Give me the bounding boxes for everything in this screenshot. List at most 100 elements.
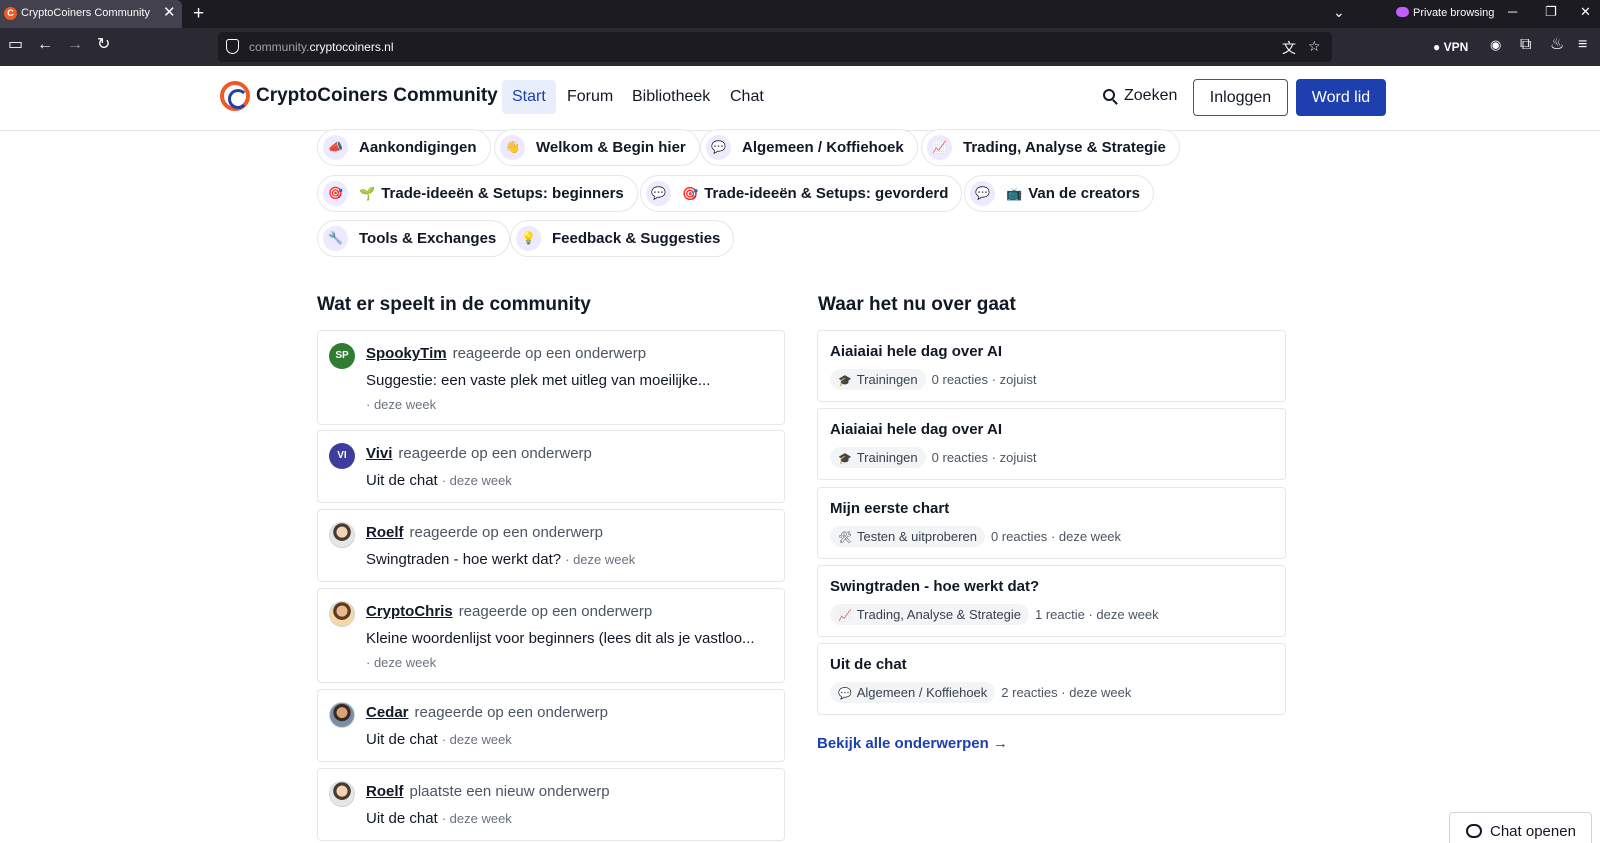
topic-category-pill[interactable]: 💬 Algemeen / Koffiehoek [830,682,996,703]
topic-category-pill[interactable]: 📈 Trading, Analyse & Strategie [830,604,1029,625]
avatar[interactable] [329,522,355,548]
bookmark-star-icon[interactable]: ☆ [1308,38,1321,55]
activity-user-link[interactable]: CryptoChris [366,603,453,620]
avatar[interactable]: SP [329,343,355,369]
site-favicon-icon: C [4,7,17,20]
activity-user-link[interactable]: SpookyTim [366,345,447,362]
avatar[interactable] [329,601,355,627]
activity-user-link[interactable]: Roelf [366,783,404,800]
tv-icon: 📺 [1006,186,1023,201]
activity-time: · deze week [441,732,512,747]
category-chip-trade-ideeen-beginners[interactable]: 🎯 🌱 Trade-ideeën & Setups: beginners [317,175,638,212]
activity-user-link[interactable]: Cedar [366,704,409,721]
activity-topic-link[interactable]: Swingtraden - hoe werkt dat? [366,551,561,568]
menu-icon[interactable]: ≡ [1578,36,1587,54]
topic-title[interactable]: Aiaiaiai hele dag over AI [830,343,1002,360]
cryptocoiners-logo-icon[interactable] [220,81,250,111]
avatar[interactable] [329,781,355,807]
nav-start[interactable]: Start [502,80,556,114]
topic-title[interactable]: Mijn eerste chart [830,500,949,517]
site-name[interactable]: CryptoCoiners Community [256,85,498,107]
topic-title[interactable]: Uit de chat [830,656,907,673]
chevron-down-icon[interactable]: ⌄ [1333,4,1345,21]
site-header: CryptoCoiners Community Start Forum Bibl… [0,66,1600,131]
topic-time: · deze week [1061,685,1132,700]
activity-topic-line: Uit de chat · deze week [366,472,512,489]
activity-user-link[interactable]: Vivi [366,445,392,462]
close-window-icon[interactable]: ✕ [1580,4,1591,20]
activity-item[interactable]: SP SpookyTim reageerde op een onderwerp S… [317,330,785,425]
tools-icon: 🛠 [838,532,852,544]
topic-title[interactable]: Aiaiaiai hele dag over AI [830,421,1002,438]
search-button[interactable]: Zoeken [1103,87,1177,105]
forward-arrow-icon[interactable]: → [67,36,83,54]
activity-topic-link[interactable]: Uit de chat [366,472,438,489]
tab-title: CryptoCoiners Community [21,7,150,19]
topic-card[interactable]: Uit de chat 💬 Algemeen / Koffiehoek 2 reac… [817,643,1286,715]
join-button[interactable]: Word lid [1296,79,1386,116]
activity-time: · deze week [366,397,437,412]
extensions-icon[interactable]: ⧉ [1520,36,1531,54]
category-chip-creators[interactable]: 💬 📺 Van de creators [964,175,1154,212]
nav-chat[interactable]: Chat [720,80,774,114]
activity-item[interactable]: CryptoChris reageerde op een onderwerp Kl… [317,588,785,683]
activity-item[interactable]: Cedar reageerde op een onderwerp Uit de c… [317,689,785,762]
avatar[interactable]: VI [329,443,355,469]
topic-category-pill[interactable]: 🛠 Testen & uitproberen [830,526,985,547]
vpn-button[interactable]: ● VPN [1433,40,1468,54]
category-chip-aankondigingen[interactable]: 📣 Aankondigingen [317,129,491,166]
category-chip-tools[interactable]: 🔧 Tools & Exchanges [317,220,511,257]
activity-topic-link[interactable]: Suggestie: een vaste plek met uitleg van… [366,372,710,389]
account-icon[interactable]: ◉ [1490,36,1501,54]
topic-category-pill[interactable]: 🎓 Trainingen [830,369,926,390]
tracking-shield-icon[interactable] [226,39,239,54]
activity-topic-line: Swingtraden - hoe werkt dat? · deze week [366,551,635,568]
activity-line: Cedar reageerde op een onderwerp [366,704,608,721]
back-arrow-icon[interactable]: ← [37,36,53,54]
category-chip-welkom[interactable]: 👋 Welkom & Begin hier [494,129,700,166]
topic-card[interactable]: Swingtraden - hoe werkt dat? 📈 Trading, A… [817,565,1286,637]
category-chip-label: Van de creators [1028,185,1140,202]
browser-tab[interactable]: C CryptoCoiners Community ✕ [0,0,182,28]
activity-topic-link[interactable]: Uit de chat [366,731,438,748]
topic-card[interactable]: Mijn eerste chart 🛠 Testen & uitproberen 0… [817,487,1286,559]
address-bar[interactable]: community.cryptocoiners.nl 文 ☆ [218,32,1332,62]
translate-icon[interactable]: 文 [1282,38,1296,58]
close-tab-icon[interactable]: ✕ [163,5,176,21]
minimize-icon[interactable]: ─ [1508,4,1517,19]
activity-item[interactable]: VI Vivi reageerde op een onderwerp Uit de… [317,430,785,503]
topic-category-pill[interactable]: 🎓 Trainingen [830,447,926,468]
login-button[interactable]: Inloggen [1193,79,1288,116]
browser-toolbar: ▭ ← → ↻ community.cryptocoiners.nl 文 ☆ ●… [0,28,1600,66]
activity-user-link[interactable]: Roelf [366,524,404,541]
new-tab-button[interactable]: + [193,3,204,25]
topic-card[interactable]: Aiaiaiai hele dag over AI 🎓 Trainingen 0 r… [817,408,1286,480]
category-chip-feedback[interactable]: 💡 Feedback & Suggesties [510,220,735,257]
chat-open-label: Chat openen [1490,823,1576,840]
sidebar-toggle-icon[interactable]: ▭ [8,36,23,54]
nav-bibliotheek[interactable]: Bibliotheek [622,80,720,114]
view-all-topics-link[interactable]: Bekijk alle onderwerpen → [817,735,1008,752]
chat-open-button[interactable]: Chat openen [1449,812,1592,843]
topic-replies: 2 reacties [1001,685,1058,700]
category-chip-trade-ideeen-gevorderd[interactable]: 💬 🎯 Trade-ideeën & Setups: gevorderd [640,175,963,212]
activity-topic-link[interactable]: Kleine woordenlijst voor beginners (lees… [366,630,755,647]
avatar[interactable] [329,702,355,728]
url-text[interactable]: community.cryptocoiners.nl [249,40,394,54]
activity-item[interactable]: Roelf reageerde op een onderwerp Swingtra… [317,509,785,582]
activity-item[interactable]: Roelf plaatste een nieuw onderwerp Uit de… [317,768,785,841]
activity-topic-link[interactable]: Uit de chat [366,810,438,827]
activity-section-title: Wat er speelt in de community [317,294,591,315]
reload-icon[interactable]: ↻ [97,36,110,54]
category-chip-label: Feedback & Suggesties [552,230,721,247]
maximize-icon[interactable]: ❐ [1545,4,1557,20]
category-chip-trading[interactable]: 📈 Trading, Analyse & Strategie [921,129,1180,166]
category-chip-algemeen[interactable]: 💬 Algemeen / Koffiehoek [700,129,918,166]
browser-tab-strip: C CryptoCoiners Community ✕ + ⌄ Private … [0,0,1600,28]
activity-action: plaatste een nieuw onderwerp [409,783,610,800]
category-chip-label: Algemeen / Koffiehoek [742,139,904,156]
topic-title[interactable]: Swingtraden - hoe werkt dat? [830,578,1039,595]
nav-forum[interactable]: Forum [557,80,623,114]
topic-card[interactable]: Aiaiaiai hele dag over AI 🎓 Trainingen 0 r… [817,330,1286,402]
firefox-view-icon[interactable]: ♨ [1550,36,1564,54]
